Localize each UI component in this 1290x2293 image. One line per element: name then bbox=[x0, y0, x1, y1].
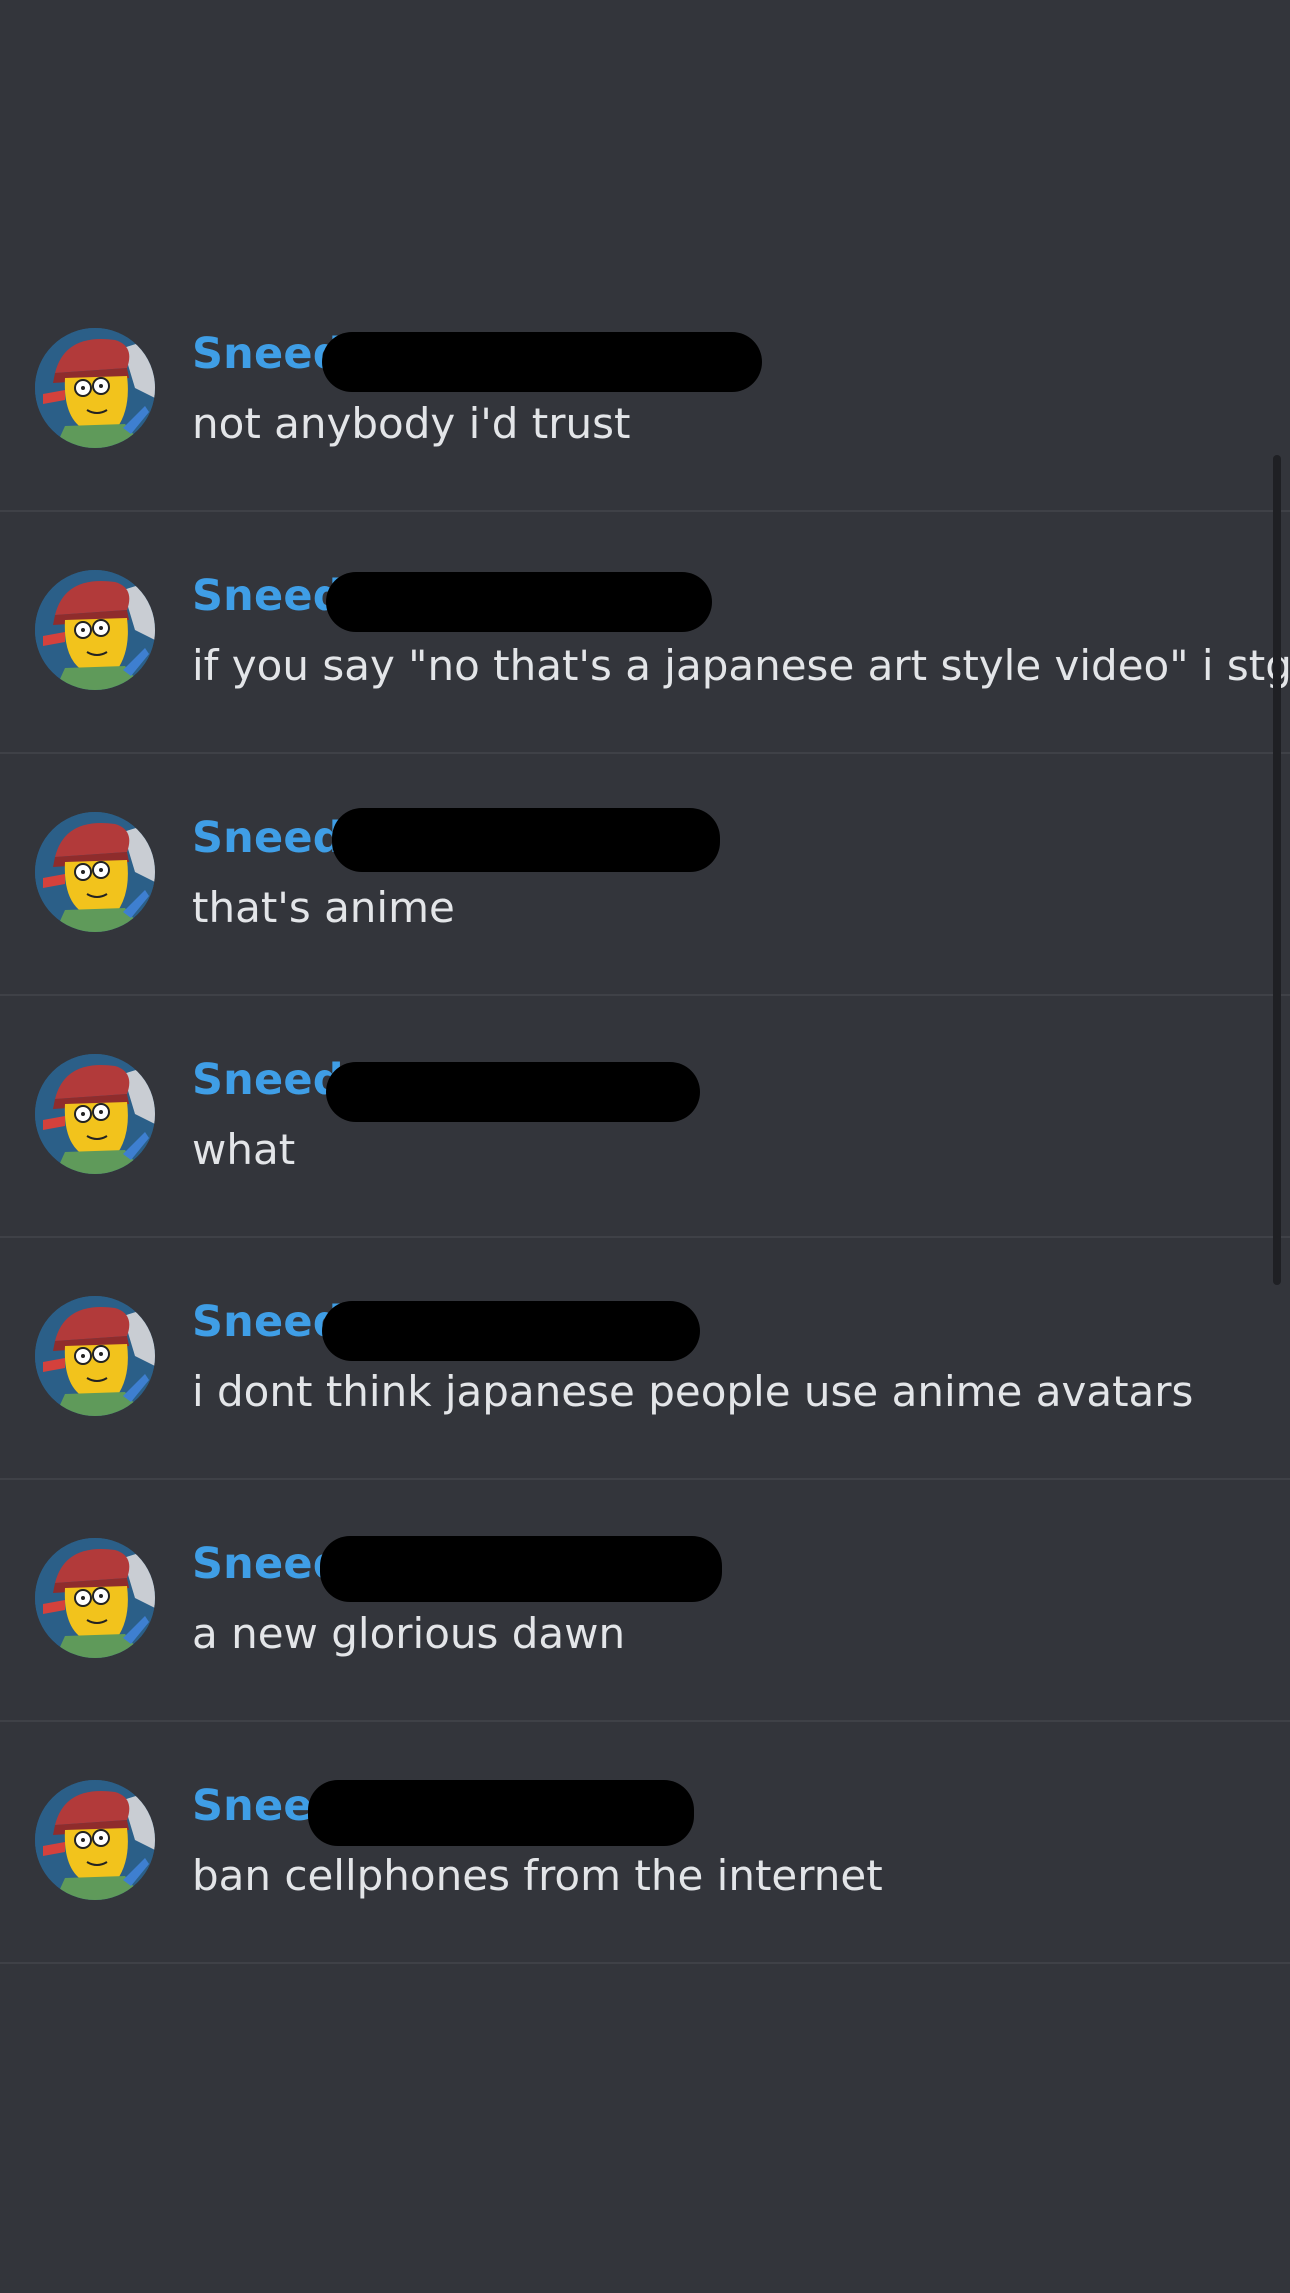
author-name[interactable]: Sneed bbox=[192, 812, 344, 864]
redaction-mark bbox=[308, 1780, 694, 1846]
author-name[interactable]: Sneed bbox=[192, 1054, 344, 1106]
message-text: a new glorious dawn bbox=[192, 1609, 626, 1658]
redaction-mark bbox=[326, 1062, 700, 1122]
cartoon-avatar-icon[interactable] bbox=[35, 1296, 155, 1416]
header-area bbox=[0, 0, 1290, 307]
cartoon-avatar-icon[interactable] bbox=[35, 1054, 155, 1174]
message-text: ban cellphones from the internet bbox=[192, 1851, 883, 1900]
message-text: i dont think japanese people use anime a… bbox=[192, 1367, 1194, 1416]
scrollbar[interactable] bbox=[1273, 455, 1281, 1285]
message-item[interactable]: Sneed i dont think japanese people use a… bbox=[0, 1238, 1290, 1480]
message-text: not anybody i'd trust bbox=[192, 399, 631, 448]
cartoon-avatar-icon[interactable] bbox=[35, 1538, 155, 1658]
redaction-mark bbox=[326, 572, 712, 632]
message-text: if you say "no that's a japanese art sty… bbox=[192, 641, 1290, 690]
message-text: that's anime bbox=[192, 883, 455, 932]
author-name[interactable]: Sneed bbox=[192, 328, 344, 380]
author-name[interactable]: Sneed bbox=[192, 570, 344, 622]
message-list: Sneed not anybody i'd trust Sneed if you… bbox=[0, 270, 1290, 1964]
author-name[interactable]: Sneed bbox=[192, 1296, 344, 1348]
redaction-mark bbox=[332, 808, 720, 872]
message-text: what bbox=[192, 1125, 296, 1174]
redaction-mark bbox=[322, 1301, 700, 1361]
cartoon-avatar-icon[interactable] bbox=[35, 328, 155, 448]
cartoon-avatar-icon[interactable] bbox=[35, 570, 155, 690]
redaction-mark bbox=[320, 1536, 722, 1602]
cartoon-avatar-icon[interactable] bbox=[35, 812, 155, 932]
message-item[interactable]: Sneed a new glorious dawn bbox=[0, 1480, 1290, 1722]
message-item[interactable]: Sneed what bbox=[0, 996, 1290, 1238]
message-item[interactable]: Sneed not anybody i'd trust bbox=[0, 270, 1290, 512]
message-item[interactable]: Sneed if you say "no that's a japanese a… bbox=[0, 512, 1290, 754]
cartoon-avatar-icon[interactable] bbox=[35, 1780, 155, 1900]
redaction-mark bbox=[322, 332, 762, 392]
message-item[interactable]: Sneed ban cellphones from the internet bbox=[0, 1722, 1290, 1964]
message-item[interactable]: Sneed that's anime bbox=[0, 754, 1290, 996]
